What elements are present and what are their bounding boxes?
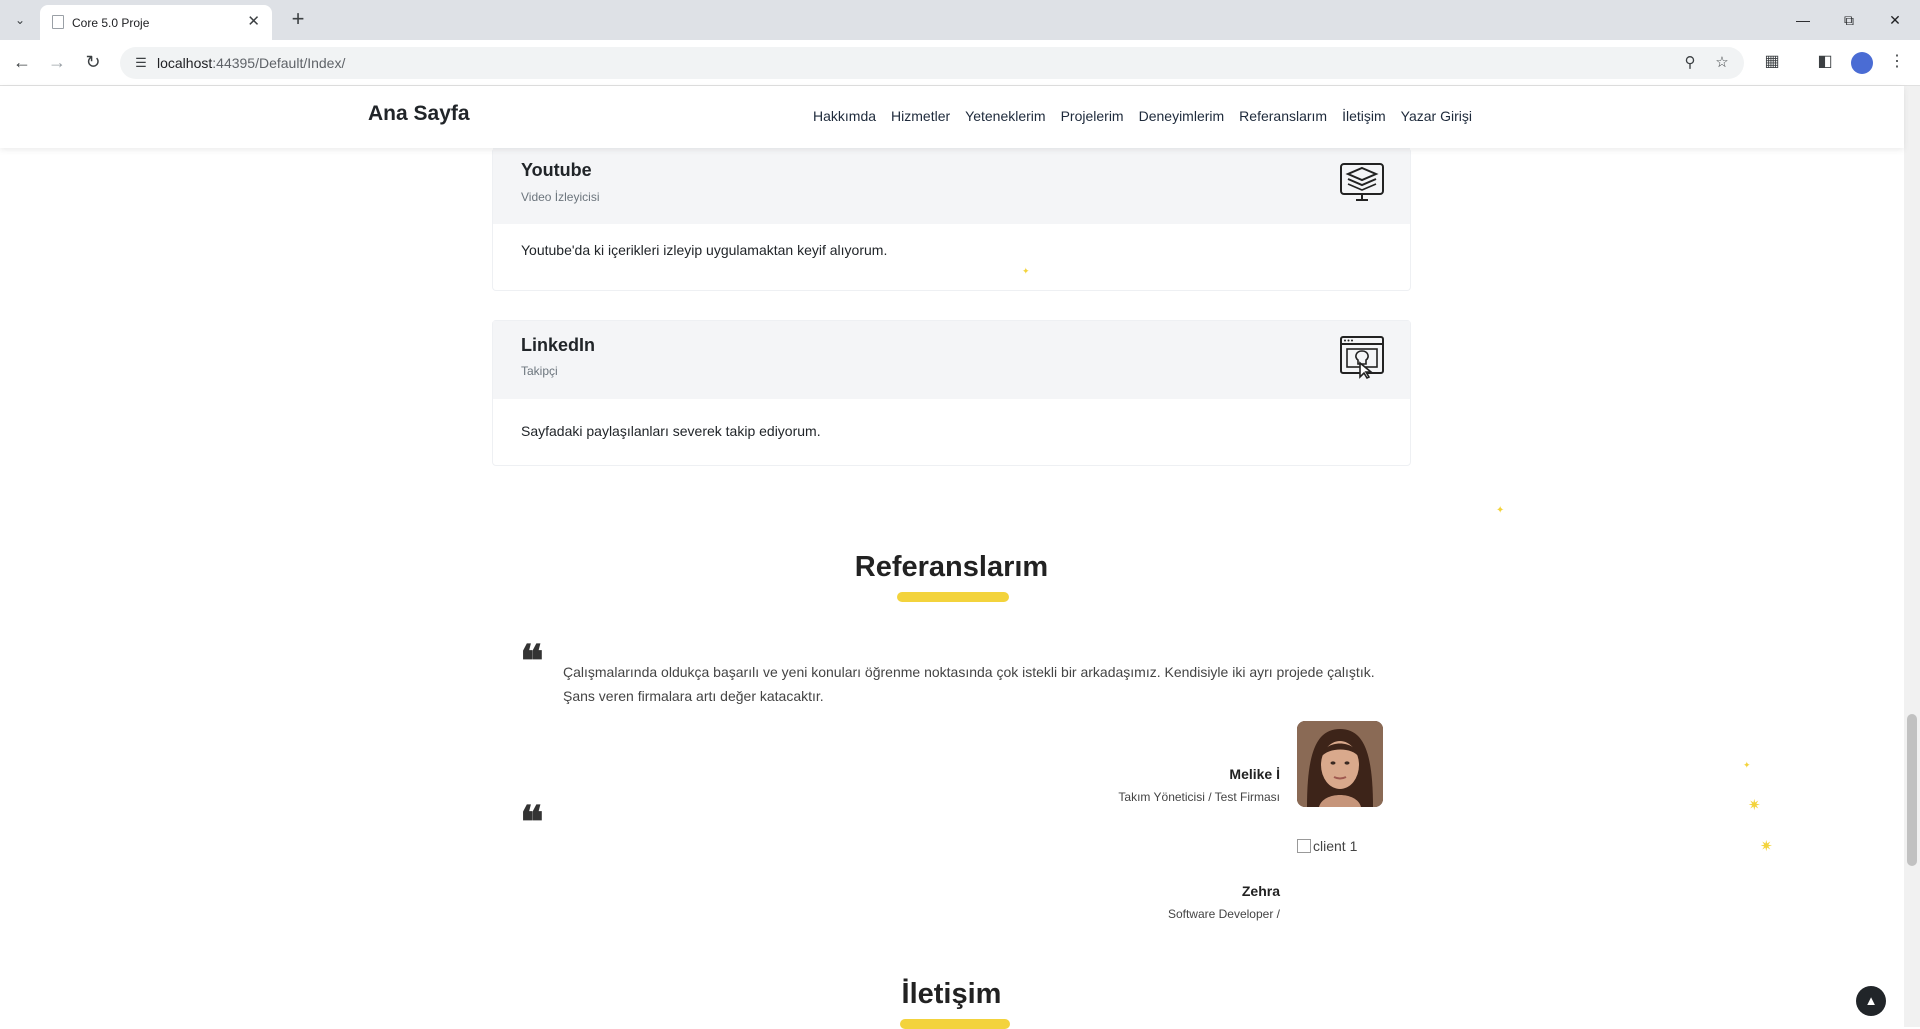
quote-icon: ❝ <box>520 797 544 848</box>
sparkle-icon: ✦ <box>1022 266 1030 276</box>
nav-link-iletisim[interactable]: İletişim <box>1342 108 1386 124</box>
site-brand[interactable]: Ana Sayfa <box>368 102 470 126</box>
close-window-icon[interactable]: ✕ <box>1872 0 1918 40</box>
sparkle-icon: ✷ <box>1748 797 1761 814</box>
card-text: Youtube'da ki içerikleri izleyip uygulam… <box>521 242 888 258</box>
card-title: Youtube <box>521 160 592 180</box>
section-title-referanslarim: Referanslarım <box>854 551 1049 583</box>
image-alt-text: client 1 <box>1313 838 1358 854</box>
nav-link-referanslarim[interactable]: Referanslarım <box>1239 108 1327 124</box>
experience-card: Youtube Video İzleyicisi Youtube'da ki i… <box>492 148 1411 291</box>
reload-icon[interactable]: ↻ <box>81 50 105 74</box>
card-text: Sayfadaki paylaşılanları severek takip e… <box>521 423 821 439</box>
card-subtitle: Video İzleyicisi <box>521 190 600 204</box>
browser-tab[interactable]: Core 5.0 Proje ✕ <box>40 5 272 40</box>
zoom-icon[interactable]: ⚲ <box>1680 53 1700 73</box>
url-text[interactable]: localhost:44395/Default/Index/ <box>157 55 345 71</box>
star-icon[interactable]: ☆ <box>1712 53 1732 73</box>
close-icon[interactable]: ✕ <box>247 14 260 30</box>
browser-toolbar: ← → ↻ ☰ localhost:44395/Default/Index/ ⚲… <box>0 40 1920 86</box>
plus-icon[interactable]: + <box>284 6 312 34</box>
kebab-menu-icon[interactable]: ⋮ <box>1886 51 1908 73</box>
testimonial-name: Melike İ <box>1229 766 1280 782</box>
puzzle-icon[interactable]: ▦ <box>1761 51 1783 73</box>
section-title-iletisim: İletişim <box>901 978 1002 1010</box>
avatar <box>1297 721 1383 807</box>
nav-link-yazar-girisi[interactable]: Yazar Girişi <box>1401 108 1472 124</box>
browser-tab-strip: ⌄ Core 5.0 Proje ✕ + — ⧉ ✕ <box>0 0 1920 40</box>
minimize-icon[interactable]: — <box>1780 0 1826 40</box>
card-header: Youtube Video İzleyicisi <box>493 148 1410 224</box>
page-icon <box>52 15 64 29</box>
sparkle-icon: ✦ <box>1496 505 1505 516</box>
site-header: Ana Sayfa Hakkımda Hizmetler Yetenekleri… <box>0 86 1904 148</box>
title-underline <box>897 592 1009 602</box>
testimonial-name: Zehra <box>1241 883 1280 899</box>
card-body: Youtube'da ki içerikleri izleyip uygulam… <box>493 224 1410 290</box>
title-underline <box>900 1019 1010 1029</box>
back-arrow-icon[interactable]: ← <box>10 50 34 74</box>
chevron-down-icon[interactable]: ⌄ <box>10 10 30 30</box>
restore-icon[interactable]: ⧉ <box>1826 0 1872 40</box>
nav-link-deneyimlerim[interactable]: Deneyimlerim <box>1139 108 1225 124</box>
scrollbar-thumb[interactable] <box>1907 714 1917 866</box>
page-scrollbar[interactable] <box>1904 86 1920 1027</box>
broken-image-icon <box>1297 839 1311 853</box>
monitor-layers-icon <box>1340 163 1384 201</box>
nav-link-hakkimda[interactable]: Hakkımda <box>813 108 876 124</box>
card-header: LinkedIn Takipçi <box>493 321 1410 399</box>
forward-arrow-icon[interactable]: → <box>45 50 69 74</box>
testimonial-role: Takım Yöneticisi / Test Firması <box>1118 790 1280 804</box>
tune-icon[interactable]: ☰ <box>132 54 150 72</box>
browser-pointer-icon <box>1340 336 1384 380</box>
main-nav: Hakkımda Hizmetler Yeteneklerim Projeler… <box>813 108 1472 124</box>
testimonial-text: Çalışmalarında oldukça başarılı ve yeni … <box>563 664 1375 704</box>
quote-icon: ❝ <box>520 636 544 687</box>
nav-link-projelerim[interactable]: Projelerim <box>1061 108 1124 124</box>
sparkle-icon: ✦ <box>1743 760 1751 770</box>
sparkle-icon: ✷ <box>1760 838 1773 855</box>
testimonial-role: Software Developer / <box>1167 907 1280 921</box>
nav-link-hizmetler[interactable]: Hizmetler <box>891 108 950 124</box>
tab-title: Core 5.0 Proje <box>72 15 150 30</box>
card-subtitle: Takipçi <box>521 364 558 378</box>
avatar[interactable] <box>1851 52 1873 74</box>
card-title: LinkedIn <box>521 335 596 355</box>
nav-link-yeteneklerim[interactable]: Yeteneklerim <box>965 108 1045 124</box>
side-panel-icon[interactable]: ◧ <box>1814 51 1836 73</box>
experience-card: LinkedIn Takipçi Sayfadaki paylaşılanlar… <box>492 320 1411 466</box>
client-image: client 1 <box>1297 838 1357 854</box>
back-to-top-button[interactable]: ▲ <box>1856 986 1886 1016</box>
address-bar[interactable]: ☰ localhost:44395/Default/Index/ ⚲ ☆ <box>120 47 1744 79</box>
card-body: Sayfadaki paylaşılanları severek takip e… <box>493 399 1410 465</box>
